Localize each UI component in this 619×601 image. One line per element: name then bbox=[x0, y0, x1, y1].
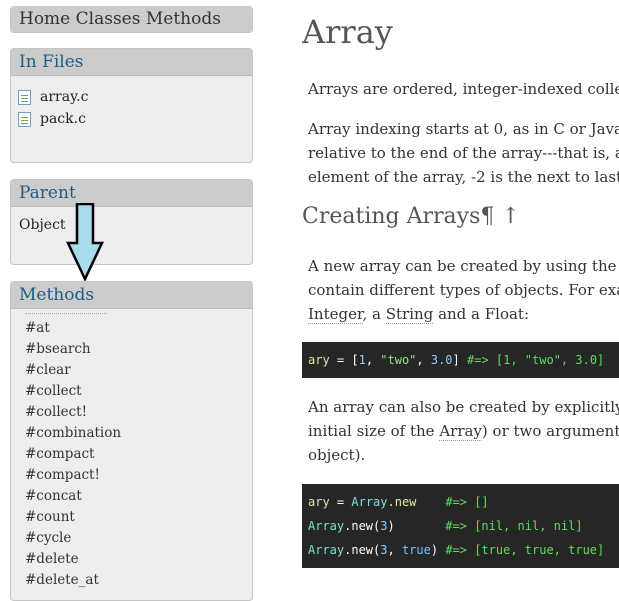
text-line: element of the array, -2 is the next to … bbox=[308, 168, 619, 186]
code-comment: #=> [] bbox=[445, 495, 489, 509]
text-line: initial size of the Array) or two argume… bbox=[308, 419, 619, 443]
parent-panel: Parent Object bbox=[10, 179, 253, 265]
code-token: = [ bbox=[329, 353, 359, 367]
file-icon bbox=[18, 89, 31, 105]
code-line: ary = [1, "two", 3.0] #=> [1, "two", 3.0… bbox=[302, 348, 619, 372]
code-token: true bbox=[401, 543, 431, 557]
file-item-pack-c[interactable]: pack.c bbox=[11, 108, 252, 130]
file-icon bbox=[18, 111, 31, 127]
method-link[interactable]: #collect! bbox=[11, 402, 252, 423]
code-comment: #=> [nil, nil, nil] bbox=[445, 519, 583, 533]
code-token: .new( bbox=[344, 543, 381, 557]
code-token: , bbox=[387, 543, 402, 557]
method-link[interactable]: #collect bbox=[11, 381, 252, 402]
integer-link[interactable]: Integer bbox=[308, 305, 363, 324]
file-item-array-c[interactable]: array.c bbox=[11, 86, 252, 108]
text-line: An array can also be created by explicit… bbox=[308, 398, 619, 416]
method-link[interactable]: #compact bbox=[11, 444, 252, 465]
string-link[interactable]: String bbox=[385, 305, 434, 324]
method-link[interactable]: #clear bbox=[11, 360, 252, 381]
code-token: ] bbox=[452, 353, 467, 367]
text-line: relative to the end of the array---that … bbox=[308, 144, 619, 162]
creating-paragraph: A new array can be created by using the … bbox=[308, 254, 619, 326]
code-token: ) bbox=[430, 543, 439, 557]
method-link[interactable]: #compact! bbox=[11, 465, 252, 486]
text-line: Array indexing starts at 0, as in C or J… bbox=[308, 120, 619, 138]
down-arrow-icon bbox=[66, 203, 104, 281]
text-line: Integer, a String and a Float: bbox=[308, 302, 619, 326]
text-span: ) or two arguments (t bbox=[481, 422, 619, 440]
method-link[interactable]: #delete_at bbox=[11, 570, 252, 591]
in-files-title: In Files bbox=[11, 49, 252, 76]
code-line: ary = Array.new #=> [] bbox=[302, 490, 619, 514]
new-paragraph: An array can also be created by explicit… bbox=[308, 395, 619, 467]
text-span: and a Float: bbox=[433, 305, 530, 323]
classes-link[interactable]: Classes bbox=[76, 9, 141, 29]
code-token: .new bbox=[387, 495, 417, 509]
code-token: Array bbox=[308, 519, 345, 533]
in-files-panel: In Files array.c pack.c bbox=[10, 48, 253, 163]
method-link[interactable]: #combination bbox=[11, 423, 252, 444]
code-token: ) bbox=[387, 519, 395, 533]
text-line: contain different types of objects. For … bbox=[308, 281, 619, 299]
parent-title: Parent bbox=[11, 180, 252, 207]
method-link[interactable]: #concat bbox=[11, 486, 252, 507]
code-token: Array bbox=[351, 495, 388, 509]
page-title: Array bbox=[302, 13, 393, 51]
code-token: = bbox=[329, 495, 352, 509]
main-content: Array Arrays are ordered, integer-indexe… bbox=[302, 0, 619, 592]
text-line: A new array can be created by using the … bbox=[308, 257, 619, 275]
file-name: array.c bbox=[40, 89, 89, 105]
array-link[interactable]: Array bbox=[439, 422, 482, 441]
code-block-literal: ary = [1, "two", 3.0] #=> [1, "two", 3.0… bbox=[302, 342, 619, 378]
code-token: , bbox=[416, 353, 431, 367]
file-name: pack.c bbox=[40, 111, 86, 127]
method-link[interactable]: #count bbox=[11, 507, 252, 528]
text-span: , a bbox=[362, 305, 386, 323]
top-nav-bar: Home Classes Methods bbox=[11, 7, 252, 32]
code-token: ary bbox=[308, 495, 330, 509]
code-token: 1 bbox=[358, 353, 366, 367]
section-heading-creating-arrays[interactable]: Creating Arrays¶ ↑ bbox=[302, 204, 520, 229]
method-link[interactable]: #delete bbox=[11, 549, 252, 570]
code-block-new: ary = Array.new #=> [] Array.new(3) #=> … bbox=[302, 484, 619, 568]
methods-divider bbox=[25, 313, 107, 314]
text-span: initial size of the bbox=[308, 422, 440, 440]
code-comment: #=> [true, true, true] bbox=[445, 543, 605, 557]
method-link[interactable]: #cycle bbox=[11, 528, 252, 549]
code-token: Array bbox=[308, 543, 345, 557]
home-link[interactable]: Home bbox=[19, 9, 70, 29]
code-line: Array.new(3) #=> [nil, nil, nil] bbox=[302, 514, 619, 538]
code-token: "two" bbox=[380, 353, 417, 367]
methods-link[interactable]: Methods bbox=[146, 9, 221, 29]
code-token: .new( bbox=[344, 519, 381, 533]
code-comment: #=> [1, "two", 3.0] bbox=[467, 353, 605, 367]
method-link[interactable]: #at bbox=[11, 318, 252, 339]
text-line: object). bbox=[308, 446, 366, 464]
code-token: ary bbox=[308, 353, 330, 367]
indexing-paragraph: Array indexing starts at 0, as in C or J… bbox=[308, 117, 619, 189]
intro-paragraph: Arrays are ordered, integer-indexed coll… bbox=[308, 80, 619, 98]
code-line: Array.new(3, true) #=> [true, true, true… bbox=[302, 538, 619, 562]
code-token: 3.0 bbox=[430, 353, 453, 367]
top-nav: Home Classes Methods bbox=[10, 6, 253, 33]
methods-panel: Methods #at #bsearch #clear #collect #co… bbox=[10, 281, 253, 601]
methods-title: Methods bbox=[11, 282, 252, 309]
code-token: , bbox=[365, 353, 381, 367]
method-link[interactable]: #bsearch bbox=[11, 339, 252, 360]
parent-class-link[interactable]: Object bbox=[11, 207, 252, 233]
